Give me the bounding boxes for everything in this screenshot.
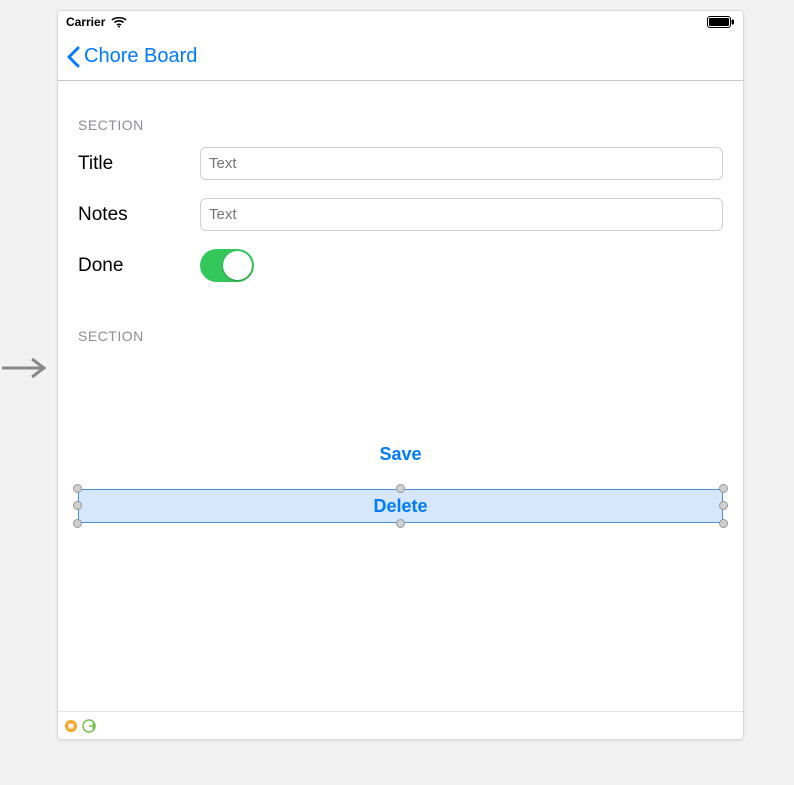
- save-button[interactable]: Save: [78, 438, 723, 471]
- selection-handle-icon[interactable]: [73, 519, 82, 528]
- notes-input[interactable]: [200, 198, 723, 231]
- exit-icon[interactable]: [82, 719, 96, 733]
- title-row: Title: [78, 147, 723, 180]
- segue-arrow-icon: [0, 356, 52, 380]
- battery-icon: [707, 16, 735, 28]
- done-row: Done: [78, 249, 723, 282]
- form-content: SECTION Title Notes Done SECTION Save De…: [58, 81, 743, 711]
- selection-handle-icon[interactable]: [719, 501, 728, 510]
- back-button[interactable]: Chore Board: [66, 45, 197, 69]
- selection-handle-icon[interactable]: [396, 519, 405, 528]
- title-input[interactable]: [200, 147, 723, 180]
- device-frame: Carrier: [57, 10, 744, 740]
- selection-handle-icon[interactable]: [719, 484, 728, 493]
- done-label: Done: [78, 255, 200, 277]
- delete-button[interactable]: Delete: [78, 489, 723, 523]
- section-header-1: SECTION: [78, 117, 723, 133]
- chevron-left-icon: [66, 45, 82, 69]
- toggle-knob: [223, 251, 252, 280]
- selection-handle-icon[interactable]: [396, 484, 405, 493]
- selection-handle-icon[interactable]: [73, 484, 82, 493]
- notes-label: Notes: [78, 204, 200, 226]
- wifi-icon: [111, 16, 127, 28]
- section-header-2: SECTION: [78, 328, 723, 344]
- selection-handle-icon[interactable]: [719, 519, 728, 528]
- status-bar: Carrier: [58, 11, 743, 33]
- done-toggle[interactable]: [200, 249, 254, 282]
- notes-row: Notes: [78, 198, 723, 231]
- delete-button-selection: Delete: [78, 489, 723, 523]
- navigation-bar: Chore Board: [58, 33, 743, 81]
- back-button-label: Chore Board: [84, 45, 197, 68]
- carrier-label: Carrier: [66, 15, 105, 29]
- selection-handle-icon[interactable]: [73, 501, 82, 510]
- editor-bottom-bar: [58, 711, 743, 739]
- warning-icon[interactable]: [64, 719, 78, 733]
- title-label: Title: [78, 153, 200, 175]
- status-bar-left: Carrier: [66, 15, 127, 29]
